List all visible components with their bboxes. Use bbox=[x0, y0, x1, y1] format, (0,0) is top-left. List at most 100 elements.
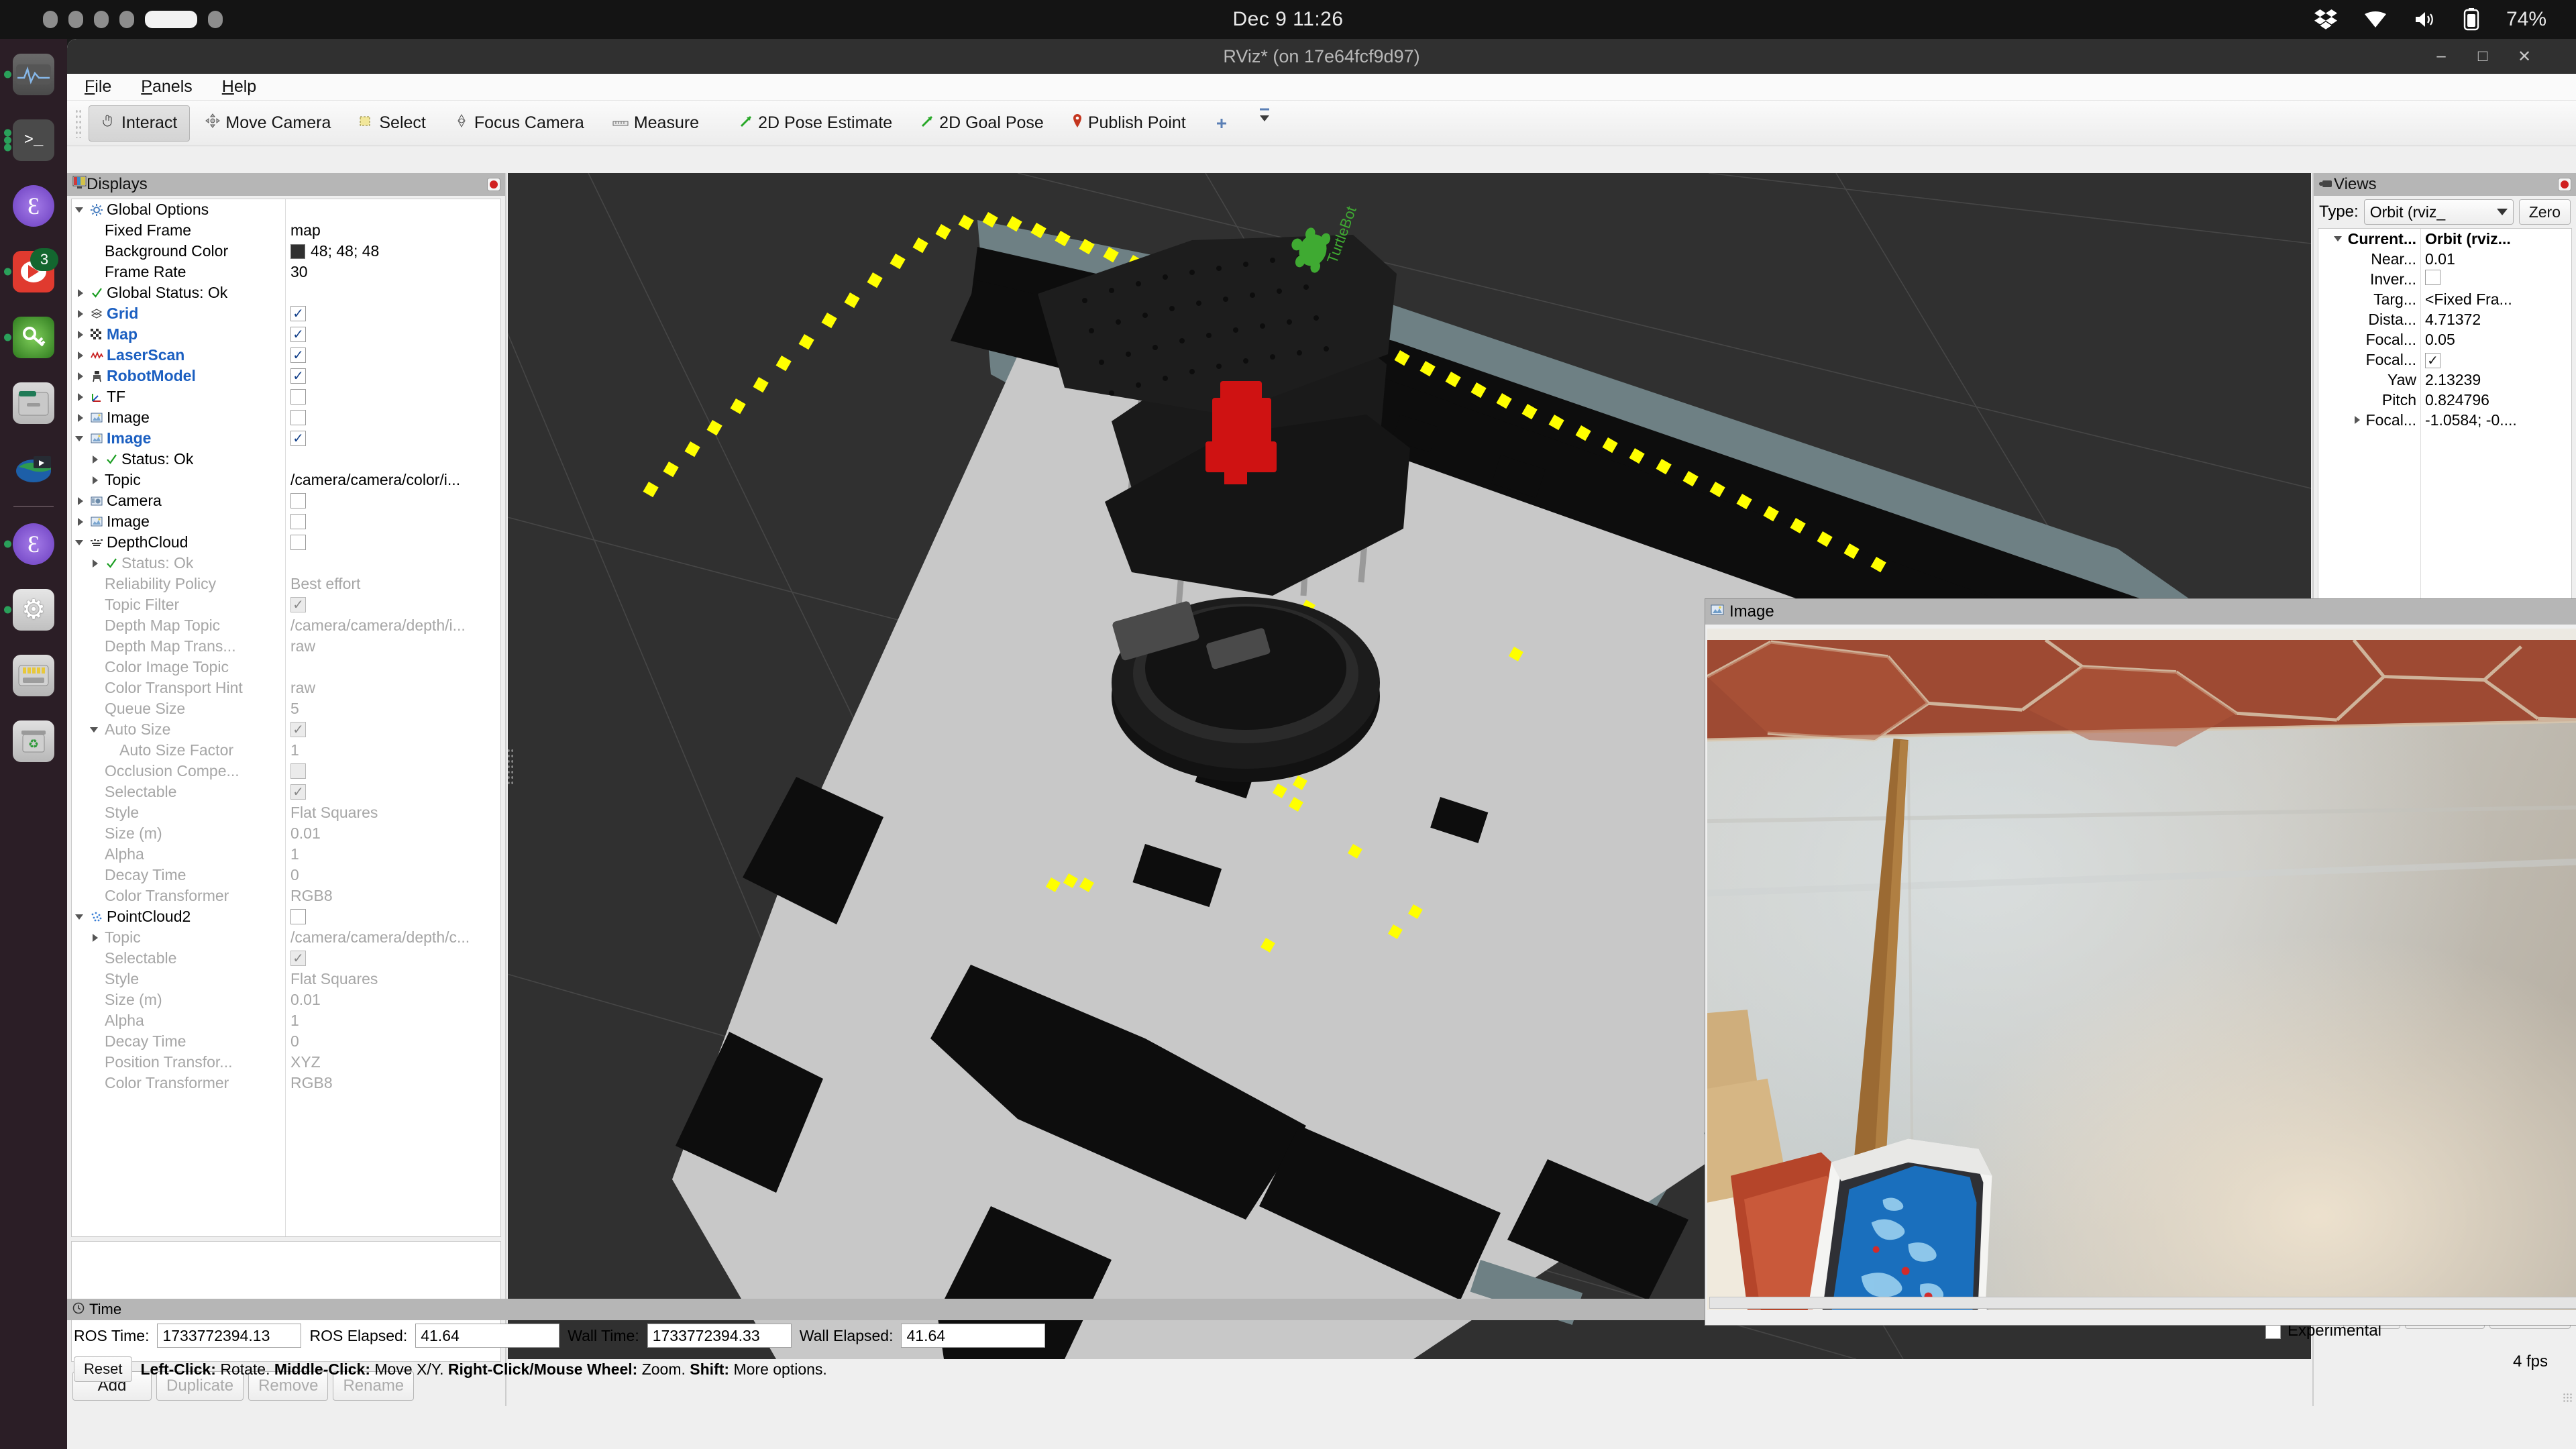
resize-grip[interactable] bbox=[2563, 1393, 2572, 1402]
toolbar-measure-button[interactable]: Measure bbox=[600, 105, 712, 142]
displays-row-checkbox[interactable] bbox=[290, 493, 306, 508]
expand-down-icon[interactable] bbox=[74, 911, 87, 923]
displays-row[interactable]: DepthCloud bbox=[72, 532, 500, 553]
expand-right-icon[interactable] bbox=[89, 474, 101, 486]
displays-row[interactable]: Decay Time 0 bbox=[72, 1031, 500, 1052]
toolbar-add-tool-button[interactable] bbox=[1201, 105, 1242, 142]
displays-row[interactable]: Global Options bbox=[72, 199, 500, 220]
toolbar-remove-tool-button[interactable] bbox=[1244, 105, 1285, 142]
displays-row[interactable]: Topic/camera/camera/depth/c... bbox=[72, 927, 500, 948]
displays-row-checkbox[interactable]: ✓ bbox=[290, 368, 306, 384]
emacs-2-icon[interactable]: Ɛ bbox=[13, 523, 54, 565]
expand-right-icon[interactable] bbox=[74, 308, 87, 320]
displays-row[interactable]: Occlusion Compe... bbox=[72, 761, 500, 782]
displays-row[interactable]: Auto Size ✓ bbox=[72, 719, 500, 740]
displays-row[interactable]: Global Status: Ok bbox=[72, 282, 500, 303]
displays-row[interactable]: Frame Rate 30 bbox=[72, 262, 500, 282]
toolbar-select-button[interactable]: Select bbox=[346, 105, 438, 142]
displays-row-value[interactable]: /camera/camera/color/i... bbox=[285, 471, 500, 489]
displays-row[interactable]: Depth Map Topic/camera/camera/depth/i... bbox=[72, 615, 500, 636]
rviz-titlebar[interactable]: RViz* (on 17e64fcf9d97) – □ ✕ bbox=[67, 39, 2576, 74]
expand-right-icon[interactable] bbox=[89, 453, 101, 466]
toolbar-grip[interactable] bbox=[75, 108, 82, 138]
views-row-value[interactable]: 0.824796 bbox=[2420, 391, 2571, 409]
displays-row-value[interactable]: 5 bbox=[285, 700, 500, 718]
displays-row-value[interactable]: 1 bbox=[285, 1012, 500, 1030]
menu-file[interactable]: File bbox=[79, 76, 117, 98]
displays-row-value[interactable]: ✓ bbox=[285, 951, 500, 966]
displays-row-checkbox[interactable]: ✓ bbox=[290, 951, 306, 966]
displays-row-checkbox[interactable] bbox=[290, 763, 306, 779]
displays-row-checkbox[interactable]: ✓ bbox=[290, 347, 306, 363]
views-row-value[interactable]: 2.13239 bbox=[2420, 371, 2571, 389]
dock-item-storage[interactable] bbox=[0, 645, 67, 706]
displays-row-value[interactable]: Flat Squares bbox=[285, 804, 500, 822]
displays-row[interactable]: Selectable ✓ bbox=[72, 948, 500, 969]
dock-item-keepassxc[interactable] bbox=[0, 307, 67, 368]
time-ros-elapsed-input[interactable]: 41.64 bbox=[415, 1324, 560, 1348]
views-row-checkbox[interactable]: ✓ bbox=[2425, 353, 2440, 368]
view-type-select[interactable]: Orbit (rviz_ bbox=[2363, 199, 2514, 225]
views-panel-header[interactable]: Views bbox=[2314, 173, 2576, 196]
displays-row-checkbox[interactable]: ✓ bbox=[290, 306, 306, 321]
displays-row[interactable]: Map ✓ bbox=[72, 324, 500, 345]
displays-row[interactable]: Decay Time 0 bbox=[72, 865, 500, 885]
terminal-icon[interactable]: >_ bbox=[13, 119, 54, 161]
expand-down-icon[interactable] bbox=[2333, 233, 2345, 245]
displays-row-value[interactable]: map bbox=[285, 221, 500, 239]
dock-item-settings[interactable]: ⚙ bbox=[0, 580, 67, 640]
displays-row-value[interactable]: 1 bbox=[285, 845, 500, 863]
views-row[interactable]: Near... 0.01 bbox=[2318, 249, 2571, 269]
displays-row[interactable]: Status: Ok bbox=[72, 553, 500, 574]
displays-row-value[interactable]: XYZ bbox=[285, 1053, 500, 1071]
views-row-value[interactable] bbox=[2420, 269, 2571, 289]
displays-row-checkbox[interactable] bbox=[290, 535, 306, 550]
displays-row-checkbox[interactable]: ✓ bbox=[290, 431, 306, 446]
displays-row[interactable]: Selectable ✓ bbox=[72, 782, 500, 802]
displays-row-value[interactable]: ✓ bbox=[285, 784, 500, 800]
displays-row[interactable]: Style Flat Squares bbox=[72, 802, 500, 823]
displays-row-value[interactable]: 48; 48; 48 bbox=[285, 242, 500, 260]
views-row-value[interactable]: 0.01 bbox=[2420, 250, 2571, 268]
expand-right-icon[interactable] bbox=[74, 391, 87, 403]
web-browser-icon[interactable] bbox=[13, 448, 54, 490]
expand-right-icon[interactable] bbox=[74, 412, 87, 424]
workspace-dot-5[interactable] bbox=[145, 11, 197, 28]
displays-row-value[interactable]: ✓ bbox=[285, 327, 500, 342]
expand-right-icon[interactable] bbox=[89, 557, 101, 570]
displays-row-value[interactable]: 1 bbox=[285, 741, 500, 759]
expand-down-icon[interactable] bbox=[74, 204, 87, 216]
displays-row-value[interactable]: 0 bbox=[285, 866, 500, 884]
displays-row-value[interactable]: Flat Squares bbox=[285, 970, 500, 988]
displays-row-checkbox[interactable]: ✓ bbox=[290, 327, 306, 342]
displays-row-value[interactable]: 0.01 bbox=[285, 991, 500, 1009]
displays-row-value[interactable]: ✓ bbox=[285, 347, 500, 363]
displays-row[interactable]: Color Transport Hint raw bbox=[72, 678, 500, 698]
dock-item-vlc[interactable]: 3 bbox=[0, 241, 67, 302]
trash-icon[interactable]: ♻ bbox=[13, 720, 54, 762]
workspace-indicator[interactable] bbox=[43, 11, 223, 28]
maximize-button[interactable]: □ bbox=[2463, 39, 2502, 74]
image-horizontal-scrollbar[interactable] bbox=[1709, 1297, 2576, 1309]
displays-row-checkbox[interactable]: ✓ bbox=[290, 722, 306, 737]
reset-button[interactable]: Reset bbox=[74, 1356, 133, 1382]
expand-right-icon[interactable] bbox=[2351, 414, 2363, 426]
views-row-value[interactable]: 4.71372 bbox=[2420, 311, 2571, 329]
displays-row-value[interactable]: RGB8 bbox=[285, 887, 500, 905]
dock-item-web-browser[interactable] bbox=[0, 439, 67, 499]
views-row-value[interactable]: -1.0584; -0.... bbox=[2420, 411, 2571, 429]
workspace-dot-3[interactable] bbox=[94, 11, 109, 28]
dock-item-files[interactable] bbox=[0, 373, 67, 433]
toolbar-publish-point-button[interactable]: Publish Point bbox=[1059, 105, 1199, 142]
expand-right-icon[interactable] bbox=[89, 932, 101, 944]
displays-row[interactable]: Color Transformer RGB8 bbox=[72, 1073, 500, 1093]
displays-row-value[interactable]: /camera/camera/depth/i... bbox=[285, 616, 500, 635]
dock-item-system-monitor[interactable] bbox=[0, 44, 67, 105]
wifi-icon[interactable] bbox=[2364, 10, 2387, 29]
views-panel-close-icon[interactable] bbox=[2558, 178, 2571, 191]
expand-right-icon[interactable] bbox=[74, 495, 87, 507]
zero-button[interactable]: Zero bbox=[2518, 199, 2571, 225]
displays-row-value[interactable]: ✓ bbox=[285, 368, 500, 384]
displays-row-value[interactable] bbox=[285, 535, 500, 550]
keepassxc-icon[interactable] bbox=[13, 317, 54, 358]
